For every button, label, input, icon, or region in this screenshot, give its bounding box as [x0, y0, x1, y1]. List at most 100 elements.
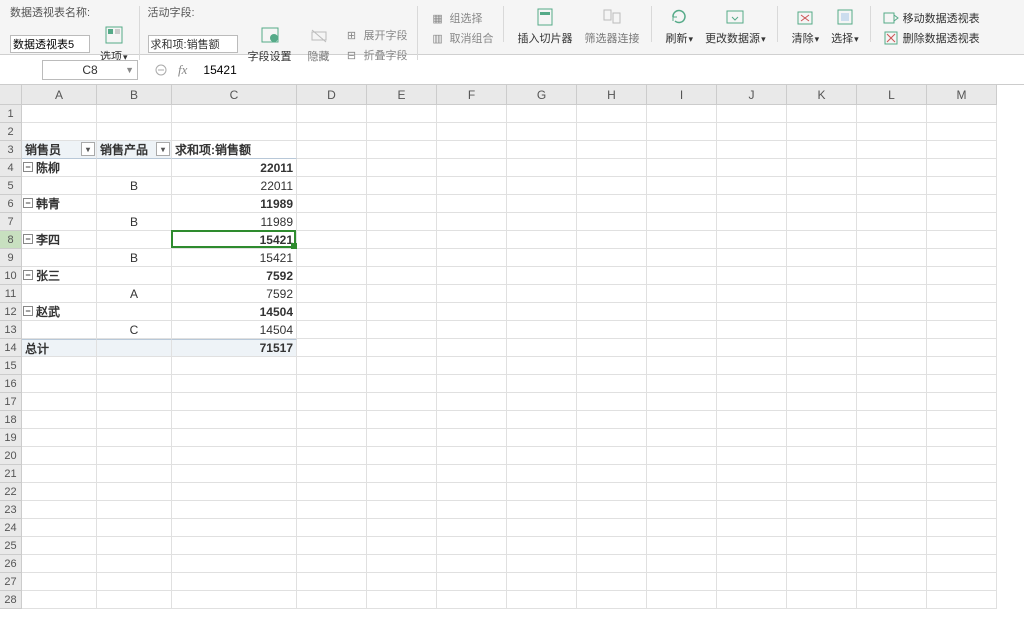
row-header[interactable]: 17	[0, 393, 22, 411]
cell[interactable]	[927, 429, 997, 447]
cell[interactable]	[857, 195, 927, 213]
move-pivot-button[interactable]: 移动数据透视表	[879, 8, 984, 28]
cell[interactable]	[367, 537, 437, 555]
cell[interactable]	[507, 429, 577, 447]
cell[interactable]: 15421	[172, 249, 297, 267]
select-all-corner[interactable]	[0, 85, 22, 105]
cell[interactable]	[172, 573, 297, 591]
cell[interactable]: 15421	[172, 231, 297, 249]
cell[interactable]	[97, 483, 172, 501]
cell[interactable]	[927, 105, 997, 123]
cell[interactable]	[577, 393, 647, 411]
cell[interactable]	[507, 519, 577, 537]
column-header-B[interactable]: B	[97, 85, 172, 105]
cell[interactable]	[507, 411, 577, 429]
cell[interactable]	[22, 393, 97, 411]
cell[interactable]	[22, 213, 97, 231]
cell[interactable]	[22, 573, 97, 591]
collapse-toggle[interactable]: −	[23, 162, 33, 172]
column-header-L[interactable]: L	[857, 85, 927, 105]
cell[interactable]	[787, 375, 857, 393]
cell[interactable]	[787, 519, 857, 537]
cell[interactable]	[437, 573, 507, 591]
cell[interactable]	[857, 591, 927, 609]
cell[interactable]	[507, 177, 577, 195]
cell[interactable]	[717, 285, 787, 303]
cell[interactable]	[927, 249, 997, 267]
cell[interactable]	[437, 375, 507, 393]
cell[interactable]	[577, 303, 647, 321]
cell[interactable]	[22, 555, 97, 573]
cell[interactable]	[297, 447, 367, 465]
cell[interactable]	[297, 195, 367, 213]
cell[interactable]	[577, 555, 647, 573]
cell[interactable]	[927, 267, 997, 285]
cell[interactable]	[297, 249, 367, 267]
cell[interactable]	[717, 195, 787, 213]
row-header[interactable]: 15	[0, 357, 22, 375]
cell[interactable]	[437, 447, 507, 465]
row-header[interactable]: 1	[0, 105, 22, 123]
cell[interactable]	[367, 519, 437, 537]
column-header-M[interactable]: M	[927, 85, 997, 105]
cell[interactable]	[297, 159, 367, 177]
column-header-A[interactable]: A	[22, 85, 97, 105]
cell[interactable]	[647, 483, 717, 501]
cell[interactable]	[647, 159, 717, 177]
cell[interactable]	[927, 159, 997, 177]
cell[interactable]	[647, 249, 717, 267]
cell[interactable]	[857, 249, 927, 267]
select-button[interactable]: 选择▾	[825, 4, 865, 48]
collapse-toggle[interactable]: −	[23, 198, 33, 208]
cell[interactable]	[857, 375, 927, 393]
cell[interactable]	[297, 339, 367, 357]
cell[interactable]	[97, 447, 172, 465]
cell[interactable]	[22, 123, 97, 141]
cell[interactable]	[367, 393, 437, 411]
cell[interactable]	[857, 105, 927, 123]
cell[interactable]	[97, 465, 172, 483]
cell[interactable]	[22, 429, 97, 447]
cell[interactable]	[787, 555, 857, 573]
cell[interactable]	[297, 213, 367, 231]
cell[interactable]	[647, 573, 717, 591]
cell[interactable]	[367, 141, 437, 159]
cell[interactable]: 14504	[172, 321, 297, 339]
cell[interactable]	[367, 105, 437, 123]
cell[interactable]	[97, 267, 172, 285]
cell[interactable]	[787, 195, 857, 213]
cell[interactable]: 71517	[172, 339, 297, 357]
cell[interactable]	[927, 555, 997, 573]
cell[interactable]	[647, 177, 717, 195]
cell[interactable]	[787, 285, 857, 303]
cell[interactable]	[297, 285, 367, 303]
cell[interactable]	[22, 249, 97, 267]
cell[interactable]	[97, 195, 172, 213]
cell[interactable]	[647, 195, 717, 213]
cell[interactable]	[97, 519, 172, 537]
cell[interactable]	[927, 393, 997, 411]
clear-button[interactable]: 清除▾	[786, 4, 826, 48]
row-header[interactable]: 9	[0, 249, 22, 267]
cell[interactable]	[577, 573, 647, 591]
cell[interactable]	[507, 537, 577, 555]
delete-pivot-button[interactable]: 删除数据透视表	[879, 28, 984, 48]
cell[interactable]	[367, 213, 437, 231]
cell[interactable]	[437, 393, 507, 411]
cell[interactable]	[507, 213, 577, 231]
cell[interactable]	[787, 501, 857, 519]
cell[interactable]	[647, 447, 717, 465]
cell[interactable]	[647, 591, 717, 609]
cell[interactable]	[577, 105, 647, 123]
cell[interactable]	[577, 285, 647, 303]
cell[interactable]	[297, 375, 367, 393]
collapse-toggle[interactable]: −	[23, 306, 33, 316]
cell[interactable]: 7592	[172, 285, 297, 303]
cell[interactable]: 陈柳−	[22, 159, 97, 177]
cell[interactable]	[97, 393, 172, 411]
cell[interactable]	[647, 321, 717, 339]
cell[interactable]	[297, 123, 367, 141]
cell[interactable]	[297, 465, 367, 483]
cell[interactable]	[577, 357, 647, 375]
cell[interactable]	[857, 123, 927, 141]
